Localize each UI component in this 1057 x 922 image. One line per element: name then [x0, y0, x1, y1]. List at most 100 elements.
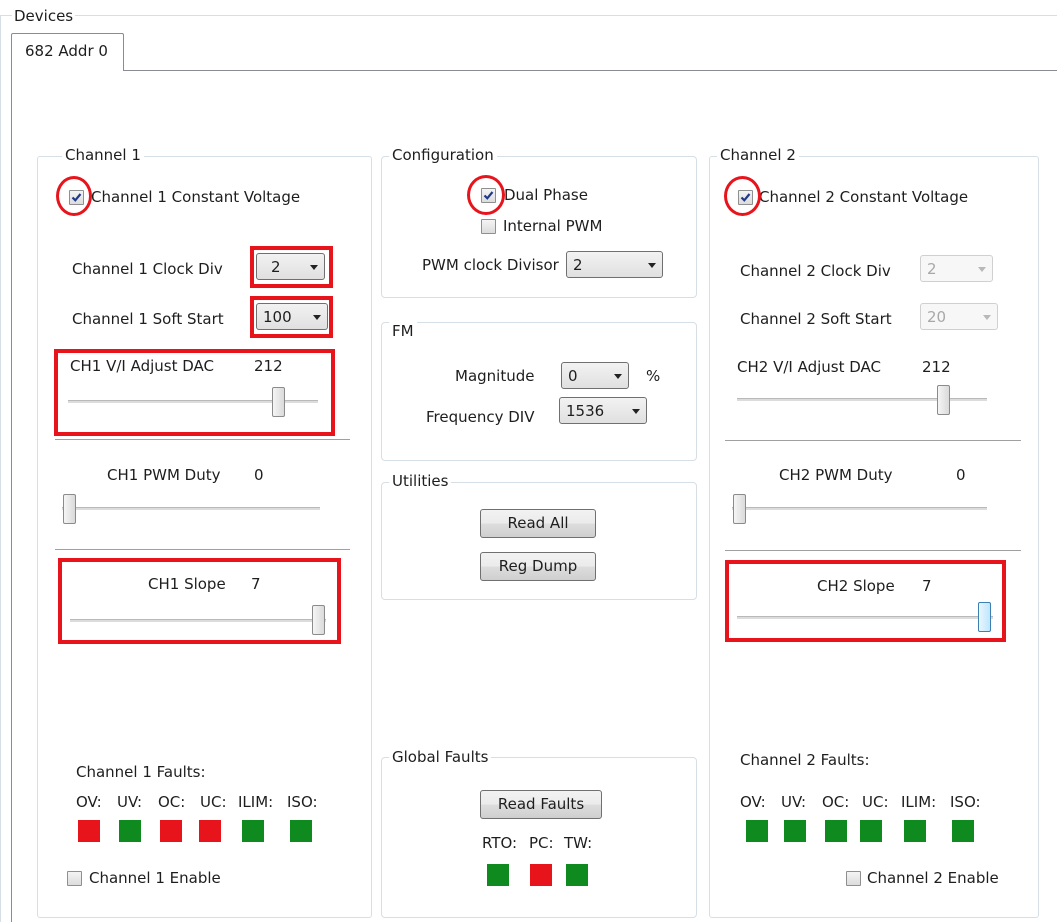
annotation-box-ch1-soft-start	[250, 296, 333, 338]
devices-frame-top-line	[0, 15, 1057, 16]
channel2-soft-start-value: 20	[927, 308, 947, 326]
global-fault-rto-label: RTO:	[482, 834, 518, 852]
annotation-circle-ch2-cv	[724, 176, 761, 216]
chevron-down-icon	[978, 267, 986, 272]
channel1-fault-oc-indicator	[160, 820, 182, 842]
fm-frequency-div-label: Frequency DIV	[426, 408, 535, 426]
global-faults-title: Global Faults	[389, 748, 492, 766]
channel2-pwm-label: CH2 PWM Duty	[779, 466, 893, 484]
dual-phase-label: Dual Phase	[504, 186, 588, 204]
annotation-box-ch1-slope	[58, 558, 341, 644]
channel2-dac-label: CH2 V/I Adjust DAC	[737, 358, 881, 376]
internal-pwm-checkbox[interactable]	[481, 219, 496, 234]
channel2-clock-div-select[interactable]: 2	[920, 255, 993, 282]
annotation-box-ch1-clock-div	[250, 246, 333, 288]
annotation-circle-dual-phase	[467, 175, 505, 215]
fm-title: FM	[389, 322, 417, 340]
channel2-separator-2	[725, 550, 1021, 551]
channel1-pwm-slider-thumb[interactable]	[63, 494, 76, 524]
channel2-fault-oc-indicator	[825, 820, 847, 842]
channel1-faults-label: Channel 1 Faults:	[76, 763, 206, 781]
devices-label: Devices	[12, 7, 76, 25]
channel2-pwm-slider-track[interactable]	[732, 507, 987, 511]
channel2-soft-start-label: Channel 2 Soft Start	[740, 310, 892, 328]
annotation-circle-ch1-cv	[56, 176, 92, 216]
channel2-fault-uc-label: UC:	[862, 793, 889, 811]
global-fault-rto-indicator	[487, 864, 509, 886]
fm-magnitude-label: Magnitude	[455, 367, 535, 385]
pwm-clock-divisor-value: 2	[573, 256, 583, 274]
channel2-fault-ov-label: OV:	[740, 793, 766, 811]
channel1-separator-1	[55, 439, 350, 440]
channel1-fault-oc-label: OC:	[158, 793, 186, 811]
channel1-fault-uv-label: UV:	[117, 793, 143, 811]
channel2-fault-uv-indicator	[784, 820, 806, 842]
annotation-box-ch1-dac	[54, 349, 335, 436]
channel1-clock-div-label: Channel 1 Clock Div	[72, 260, 223, 278]
channel2-clock-div-label: Channel 2 Clock Div	[740, 262, 891, 280]
channel1-enable-label: Channel 1 Enable	[89, 869, 221, 887]
channel2-dac-value: 212	[922, 358, 951, 376]
devices-frame-left-line	[0, 15, 1, 922]
channel1-fault-ov-indicator	[78, 820, 100, 842]
channel1-constant-voltage-label: Channel 1 Constant Voltage	[91, 188, 301, 206]
utilities-group	[381, 482, 697, 600]
reg-dump-button[interactable]: Reg Dump	[480, 552, 596, 581]
chevron-down-icon	[614, 374, 622, 379]
channel2-clock-div-value: 2	[927, 260, 937, 278]
pwm-clock-divisor-label: PWM clock Divisor	[422, 256, 559, 274]
channel1-separator-2	[55, 549, 350, 550]
channel1-fault-ilim-indicator	[242, 820, 264, 842]
channel2-dac-slider-thumb[interactable]	[937, 385, 950, 415]
channel1-fault-iso-label: ISO:	[287, 793, 318, 811]
channel1-pwm-label: CH1 PWM Duty	[107, 466, 221, 484]
channel2-constant-voltage-label: Channel 2 Constant Voltage	[759, 188, 969, 206]
channel1-fault-ilim-label: ILIM:	[238, 793, 274, 811]
channel2-fault-uv-label: UV:	[781, 793, 807, 811]
tab-label: 682 Addr 0	[25, 42, 108, 60]
global-fault-tw-label: TW:	[564, 834, 593, 852]
channel1-fault-iso-indicator	[290, 820, 312, 842]
channel2-fault-ilim-label: ILIM:	[901, 793, 937, 811]
utilities-title: Utilities	[389, 472, 452, 490]
fm-frequency-div-value: 1536	[566, 402, 605, 420]
channel1-fault-uc-indicator	[199, 820, 221, 842]
channel1-title: Channel 1	[62, 146, 144, 164]
channel2-fault-ov-indicator	[746, 820, 768, 842]
pwm-clock-divisor-select[interactable]: 2	[566, 251, 663, 278]
channel1-pwm-slider-track[interactable]	[62, 507, 320, 511]
global-fault-pc-label: PC:	[529, 834, 554, 852]
configuration-title: Configuration	[389, 146, 497, 164]
chevron-down-icon	[632, 409, 640, 414]
channel2-fault-uc-indicator	[860, 820, 882, 842]
read-all-button[interactable]: Read All	[480, 509, 596, 538]
channel2-pwm-value: 0	[956, 466, 966, 484]
channel2-enable-checkbox[interactable]	[846, 871, 861, 886]
tab-682-addr-0[interactable]: 682 Addr 0	[11, 33, 124, 71]
channel2-enable-label: Channel 2 Enable	[867, 869, 999, 887]
fm-group	[381, 322, 697, 461]
read-faults-button[interactable]: Read Faults	[480, 790, 602, 819]
fm-frequency-div-select[interactable]: 1536	[559, 397, 647, 424]
channel2-pwm-slider-thumb[interactable]	[733, 494, 746, 524]
channel2-faults-label: Channel 2 Faults:	[740, 751, 870, 769]
channel2-fault-iso-label: ISO:	[950, 793, 981, 811]
channel2-soft-start-select[interactable]: 20	[920, 303, 998, 330]
fm-magnitude-value: 0	[568, 367, 578, 385]
channel1-fault-ov-label: OV:	[76, 793, 102, 811]
channel2-fault-oc-label: OC:	[822, 793, 850, 811]
internal-pwm-label: Internal PWM	[503, 217, 603, 235]
annotation-box-ch2-slope	[725, 560, 1006, 642]
channel2-fault-ilim-indicator	[904, 820, 926, 842]
channel1-fault-uc-label: UC:	[200, 793, 227, 811]
global-fault-pc-indicator	[530, 864, 552, 886]
channel1-fault-uv-indicator	[119, 820, 141, 842]
fm-magnitude-select[interactable]: 0	[561, 362, 629, 389]
channel2-separator-1	[725, 440, 1021, 441]
chevron-down-icon	[983, 315, 991, 320]
channel2-fault-iso-indicator	[952, 820, 974, 842]
chevron-down-icon	[648, 263, 656, 268]
channel1-pwm-value: 0	[254, 466, 264, 484]
global-fault-tw-indicator	[566, 864, 588, 886]
channel1-enable-checkbox[interactable]	[67, 871, 82, 886]
